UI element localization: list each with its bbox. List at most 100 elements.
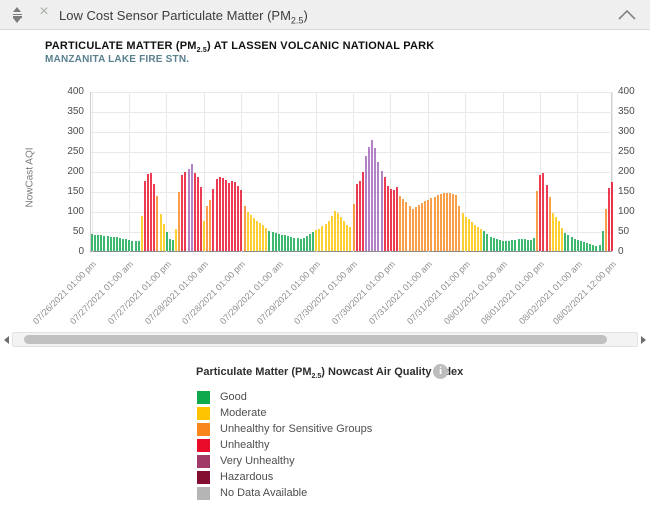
legend-title: Particulate Matter (PM2.5) Nowcast Air Q… — [196, 366, 464, 381]
x-tick-label: 07/30/2021 01:00 pm — [329, 259, 397, 327]
aqi-bar — [607, 188, 610, 251]
aqi-bar — [268, 231, 271, 251]
aqi-bar — [112, 237, 115, 251]
aqi-bar — [302, 237, 305, 251]
aqi-bar — [548, 197, 551, 251]
aqi-bar — [284, 235, 287, 251]
widget-header: × Low Cost Sensor Particulate Matter (PM… — [0, 0, 650, 30]
aqi-bar — [293, 237, 296, 251]
aqi-bar — [231, 181, 234, 251]
legend-label: No Data Available — [220, 487, 308, 499]
legend-row: Moderate — [197, 405, 372, 421]
chart-scrollbar-thumb[interactable] — [24, 335, 607, 344]
aqi-bar — [564, 232, 567, 251]
aqi-bar — [592, 245, 595, 251]
aqi-bar — [470, 222, 473, 251]
y-tick-label: 0 — [78, 246, 84, 257]
aqi-bar — [327, 221, 330, 251]
aqi-bar — [467, 219, 470, 251]
y-tick-label: 350 — [67, 106, 84, 117]
info-icon[interactable]: i — [433, 364, 448, 379]
gridline-x — [91, 92, 93, 252]
aqi-bar — [380, 170, 383, 251]
gridline-y — [91, 112, 613, 113]
aqi-bar — [109, 236, 112, 251]
legend-swatch — [197, 390, 210, 404]
x-tick-label: 07/29/2021 01:00 pm — [255, 259, 323, 327]
gridline-x — [128, 92, 130, 252]
legend-swatch — [197, 438, 210, 452]
aqi-bar — [162, 224, 165, 251]
aqi-bar — [277, 233, 280, 251]
chart-scrollbar-track[interactable] — [12, 332, 638, 347]
aqi-bar — [489, 236, 492, 251]
aqi-bar — [330, 215, 333, 251]
aqi-bar — [165, 232, 168, 251]
aqi-bar — [122, 238, 125, 251]
close-icon[interactable]: × — [36, 3, 52, 21]
legend-label: Hazardous — [220, 471, 274, 483]
aqi-bar — [315, 230, 318, 251]
aqi-bar — [595, 246, 598, 251]
aqi-bar — [536, 191, 539, 251]
gridline-y — [91, 92, 613, 93]
aqi-bar — [371, 139, 374, 251]
aqi-bar — [150, 173, 153, 251]
y-axis-title: NowCast AQI — [24, 147, 36, 208]
aqi-bar — [542, 173, 545, 251]
drag-handle-icon[interactable] — [12, 7, 23, 23]
scroll-right-arrow[interactable] — [641, 336, 646, 344]
aqi-bar — [187, 169, 190, 251]
aqi-bar — [308, 234, 311, 251]
aqi-bar — [455, 195, 458, 251]
aqi-bar — [137, 241, 140, 251]
aqi-bar — [349, 227, 352, 251]
aqi-bar — [383, 177, 386, 251]
y-tick-label: 100 — [618, 206, 635, 217]
aqi-bar — [271, 232, 274, 251]
aqi-bar — [97, 235, 100, 251]
aqi-bar — [181, 175, 184, 251]
aqi-bar — [411, 208, 414, 251]
aqi-bar — [352, 203, 355, 251]
collapse-chevron-icon[interactable] — [617, 8, 637, 22]
aqi-bar — [417, 204, 420, 251]
aqi-bar — [427, 199, 430, 251]
aqi-bar — [517, 239, 520, 251]
aqi-bar — [115, 237, 118, 251]
legend-row: Very Unhealthy — [197, 453, 372, 469]
x-tick-label: 07/29/2021 01:00 am — [217, 259, 285, 327]
aqi-bar — [140, 215, 143, 251]
scroll-left-arrow[interactable] — [4, 336, 9, 344]
aqi-bar — [611, 182, 613, 251]
aqi-bar — [386, 185, 389, 251]
aqi-bar — [505, 241, 508, 251]
aqi-bar — [530, 240, 533, 251]
aqi-bar — [318, 228, 321, 251]
x-tick-label: 08/01/2021 01:00 am — [441, 259, 510, 327]
aqi-bar — [246, 211, 249, 251]
aqi-bar — [280, 234, 283, 251]
aqi-bar — [492, 238, 495, 251]
aqi-bar — [224, 179, 227, 251]
aqi-bar — [526, 239, 529, 251]
legend-swatch — [197, 454, 210, 468]
aqi-bar — [153, 184, 156, 251]
x-tick-label: 08/02/2021 12:00 pm — [550, 259, 619, 327]
aqi-bar — [433, 196, 436, 251]
aqi-bar — [209, 199, 212, 251]
aqi-bar — [346, 224, 349, 251]
aqi-bar — [480, 228, 483, 251]
aqi-bar — [305, 236, 308, 251]
aqi-bar — [103, 235, 106, 251]
x-tick-label: 07/31/2021 01:00 pm — [404, 259, 472, 327]
aqi-bar — [458, 206, 461, 251]
gridline-x — [166, 92, 168, 252]
aqi-bar — [290, 237, 293, 251]
y-tick-label: 0 — [618, 246, 624, 257]
aqi-bar — [483, 231, 486, 251]
aqi-bar — [193, 173, 196, 251]
aqi-bar — [134, 241, 137, 251]
aqi-bar — [321, 226, 324, 251]
aqi-bar — [377, 162, 380, 251]
